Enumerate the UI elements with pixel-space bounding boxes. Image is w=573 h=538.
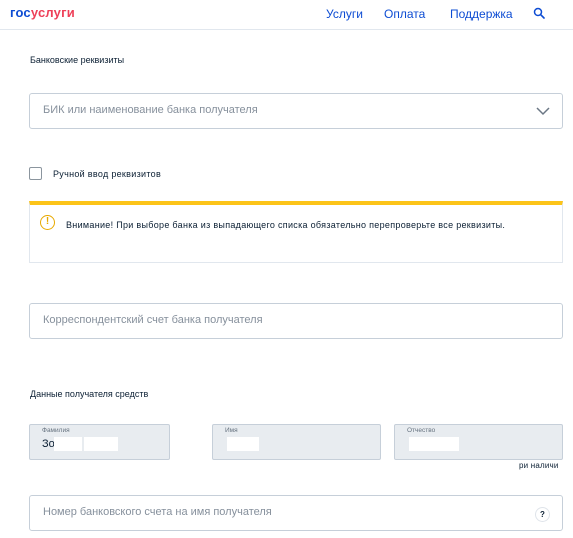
warning-icon: ! <box>40 215 55 230</box>
first-name-field[interactable]: Имя <box>212 424 381 460</box>
warning-notice: ! Внимание! При выборе банка из выпадающ… <box>29 201 563 263</box>
patronymic-label: Отчество <box>407 427 436 434</box>
surname-field[interactable]: Фамилия Зо н <box>29 424 170 460</box>
gosuslugi-logo[interactable]: госуслуги <box>10 5 75 20</box>
redacted-block <box>54 437 82 451</box>
bank-account-placeholder: Номер банковского счета на имя получател… <box>43 506 272 518</box>
bank-details-heading: Банковские реквизиты <box>30 55 125 65</box>
correspondent-account-input[interactable]: Корреспондентский счет банка получателя <box>29 303 563 339</box>
logo-part-uslugi: услуги <box>30 5 75 20</box>
surname-label: Фамилия <box>42 427 70 434</box>
top-header: госуслуги Услуги Оплата Поддержка <box>0 0 573 30</box>
search-icon[interactable] <box>533 7 545 19</box>
correspondent-account-placeholder: Корреспондентский счет банка получателя <box>43 314 263 326</box>
bik-bank-select[interactable]: БИК или наименование банка получателя <box>29 93 563 129</box>
warning-text: Внимание! При выборе банка из выпадающег… <box>66 220 506 230</box>
manual-entry-label[interactable]: Ручной ввод реквизитов <box>53 169 161 179</box>
redacted-block <box>409 437 459 451</box>
nav-support-link[interactable]: Поддержка <box>450 7 513 21</box>
logo-part-gos: гос <box>10 5 31 20</box>
patronymic-hint-text: ри наличи <box>519 461 559 470</box>
bank-account-input[interactable]: Номер банковского счета на имя получател… <box>29 495 563 531</box>
manual-entry-checkbox[interactable] <box>29 167 42 180</box>
redacted-block <box>84 437 118 451</box>
chevron-down-icon[interactable] <box>536 104 550 118</box>
first-name-label: Имя <box>225 427 238 434</box>
recipient-data-heading: Данные получателя средств <box>30 389 149 399</box>
surname-value-start: Зо <box>42 438 55 450</box>
help-icon[interactable]: ? <box>535 507 550 522</box>
bik-placeholder: БИК или наименование банка получателя <box>43 104 258 116</box>
patronymic-field[interactable]: Отчество <box>394 424 563 460</box>
nav-payment-link[interactable]: Оплата <box>384 7 425 21</box>
nav-services-link[interactable]: Услуги <box>326 7 363 21</box>
redacted-block <box>227 437 259 451</box>
